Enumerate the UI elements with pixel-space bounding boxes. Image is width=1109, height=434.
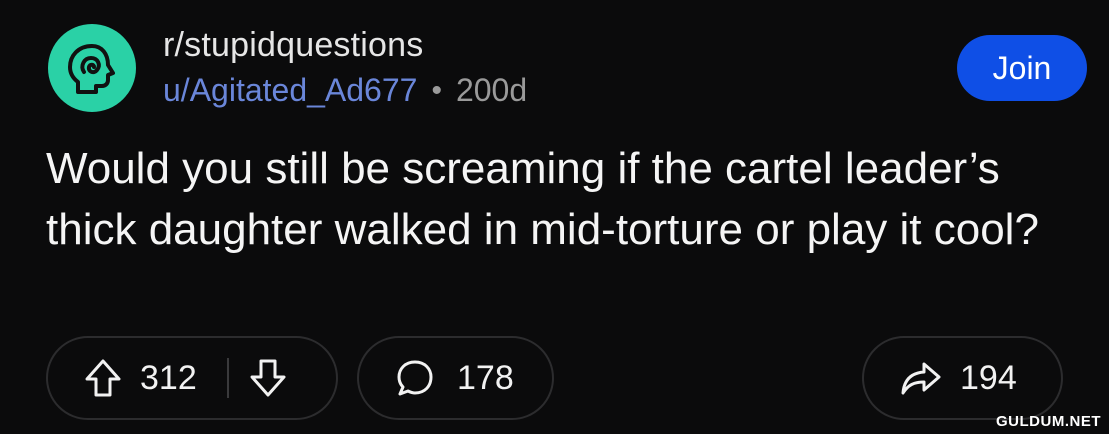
subreddit-name[interactable]: r/stupidquestions (163, 26, 423, 65)
share-button[interactable]: 194 (862, 336, 1063, 420)
subreddit-avatar[interactable] (48, 24, 136, 112)
post-age: 200d (455, 72, 528, 108)
upvote-button[interactable] (84, 358, 122, 398)
post-meta: u/Agitated_Ad677 • 200d (163, 72, 527, 109)
vote-bar: 312 (46, 336, 338, 420)
arrow-down-icon (250, 359, 286, 397)
downvote-button[interactable] (249, 358, 287, 398)
join-button[interactable]: Join (957, 35, 1087, 101)
comments-button[interactable]: 178 (357, 336, 554, 420)
meta-separator: • (431, 73, 442, 107)
share-count: 194 (960, 358, 1017, 397)
vote-divider (226, 358, 229, 398)
subreddit-brain-icon (68, 44, 115, 94)
share-arrow-icon (900, 360, 942, 396)
site-watermark: GULDUM.NET (996, 413, 1101, 430)
speech-bubble-icon (395, 358, 435, 398)
post-title[interactable]: Would you still be screaming if the cart… (46, 138, 1046, 260)
upvote-count: 312 (140, 358, 197, 397)
comment-count: 178 (457, 358, 514, 397)
arrow-up-icon (85, 359, 121, 397)
author-link[interactable]: u/Agitated_Ad677 (163, 72, 417, 109)
